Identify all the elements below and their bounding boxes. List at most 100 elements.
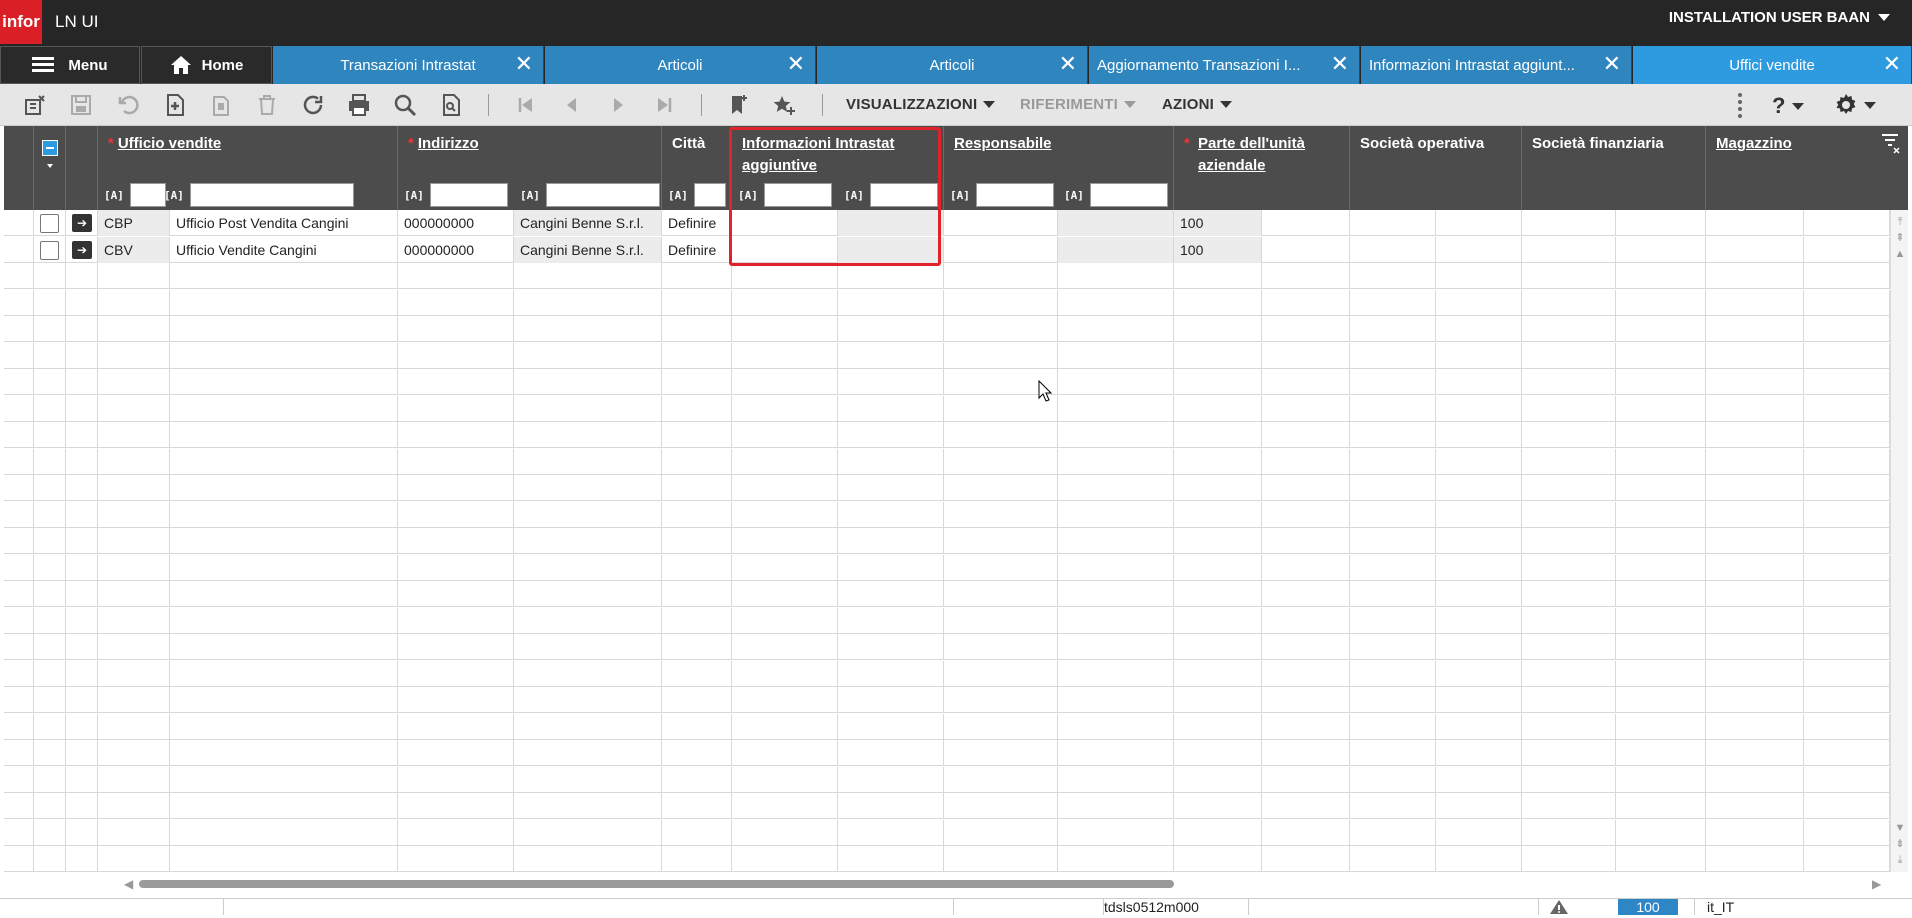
- previous-record-icon[interactable]: [559, 92, 585, 118]
- help-menu[interactable]: ?: [1772, 93, 1804, 119]
- cell-address-name[interactable]: Cangini Benne S.r.l.: [514, 210, 662, 236]
- tab-informazioni-intrastat[interactable]: Informazioni Intrastat aggiunt... ✕: [1361, 46, 1632, 84]
- cell[interactable]: [1436, 210, 1522, 236]
- close-icon[interactable]: ✕: [1331, 53, 1349, 75]
- column-ufficio-vendite[interactable]: * Ufficio vendite [A] [A]: [98, 126, 398, 210]
- cell-manager-1[interactable]: [944, 210, 1058, 236]
- filter-input[interactable]: [975, 183, 1054, 207]
- column-magazzino[interactable]: Magazzino: [1706, 126, 1908, 210]
- cell[interactable]: [34, 210, 66, 236]
- row-checkbox[interactable]: [40, 214, 59, 233]
- cell[interactable]: [1804, 210, 1890, 236]
- first-record-icon[interactable]: [513, 92, 539, 118]
- scroll-right-icon[interactable]: ▶: [1872, 877, 1881, 891]
- filter-input[interactable]: [1089, 183, 1168, 207]
- cell[interactable]: [1436, 236, 1522, 263]
- locale[interactable]: it_IT: [1694, 899, 1814, 915]
- cell-code[interactable]: CBP: [98, 210, 170, 236]
- column-citta[interactable]: Città [A]: [662, 126, 732, 210]
- scroll-top-icon[interactable]: ⤒: [1894, 216, 1906, 228]
- select-all-checkbox[interactable]: [42, 140, 58, 156]
- filter-input[interactable]: [129, 183, 166, 207]
- cell-unit[interactable]: 100: [1174, 236, 1262, 263]
- new-record-icon[interactable]: [162, 92, 188, 118]
- cell-manager-2[interactable]: [1058, 210, 1174, 236]
- save-icon[interactable]: [68, 92, 94, 118]
- cell-address-name[interactable]: Cangini Benne S.r.l.: [514, 236, 662, 263]
- filter-manager-1[interactable]: [A]: [950, 183, 1054, 207]
- filter-input[interactable]: [693, 183, 726, 207]
- cell[interactable]: [1350, 210, 1436, 236]
- cell-manager-2[interactable]: [1058, 236, 1174, 263]
- user-menu[interactable]: INSTALLATION USER BAAN: [1669, 9, 1890, 26]
- scroll-down-icon[interactable]: ▼: [1894, 822, 1906, 834]
- column-responsabile[interactable]: Responsabile [A] [A]: [944, 126, 1174, 210]
- filter-type-badge[interactable]: [A]: [164, 189, 184, 202]
- filter-type-badge[interactable]: [A]: [668, 189, 688, 202]
- refresh-icon[interactable]: [300, 92, 326, 118]
- favorite-add-icon[interactable]: [771, 92, 797, 118]
- tab-uffici-vendite[interactable]: Uffici vendite ✕: [1633, 46, 1912, 84]
- cell[interactable]: [34, 236, 66, 263]
- cell[interactable]: ➔: [66, 236, 98, 263]
- filter-address-name[interactable]: [A]: [520, 183, 660, 207]
- filter-type-badge[interactable]: [A]: [104, 189, 124, 202]
- filter-description[interactable]: [A]: [164, 183, 354, 207]
- scroll-up-icon[interactable]: ▲: [1894, 248, 1906, 260]
- filter-settings-icon[interactable]: [1880, 132, 1900, 156]
- cell[interactable]: [1706, 210, 1804, 236]
- filter-input[interactable]: [545, 183, 660, 207]
- filter-code[interactable]: [A]: [104, 183, 166, 207]
- open-record-icon[interactable]: ➔: [72, 240, 92, 259]
- references-menu[interactable]: RIFERIMENTI: [1020, 96, 1137, 113]
- cell[interactable]: [1522, 210, 1616, 236]
- open-record-icon[interactable]: ➔: [72, 214, 92, 232]
- tab-articoli-2[interactable]: Articoli ✕: [817, 46, 1088, 84]
- next-record-icon[interactable]: [605, 92, 631, 118]
- vertical-scrollbar[interactable]: ⤒ ⇞ ▲ ▼ ⇟ ⤓: [1890, 210, 1908, 872]
- scroll-left-icon[interactable]: ◀: [124, 877, 133, 891]
- chevron-down-icon[interactable]: [47, 164, 53, 168]
- filter-input[interactable]: [429, 183, 508, 207]
- cell-manager-1[interactable]: [944, 236, 1058, 263]
- cell[interactable]: [1804, 236, 1890, 263]
- tab-transazioni-intrastat[interactable]: Transazioni Intrastat ✕: [273, 46, 544, 84]
- close-icon[interactable]: ✕: [515, 53, 533, 75]
- cell-city[interactable]: Definire: [662, 236, 732, 263]
- cell[interactable]: [1706, 236, 1804, 263]
- scroll-page-down-icon[interactable]: ⇟: [1894, 838, 1906, 850]
- close-icon[interactable]: ✕: [787, 53, 805, 75]
- cell[interactable]: [1616, 210, 1706, 236]
- cell-unit[interactable]: 100: [1174, 210, 1262, 236]
- delete-icon[interactable]: [254, 92, 280, 118]
- discard-icon[interactable]: [22, 92, 48, 118]
- settings-menu[interactable]: [1834, 93, 1876, 117]
- close-icon[interactable]: ✕: [1603, 53, 1621, 75]
- cell[interactable]: [4, 236, 34, 263]
- cell[interactable]: [1262, 236, 1350, 263]
- scroll-page-up-icon[interactable]: ⇞: [1894, 232, 1906, 244]
- table-row[interactable]: ➔ CBP Ufficio Post Vendita Cangini 00000000…: [4, 210, 1890, 236]
- close-icon[interactable]: ✕: [1883, 53, 1901, 75]
- menu-button[interactable]: Menu: [0, 46, 140, 84]
- filter-address[interactable]: [A]: [404, 183, 508, 207]
- cell[interactable]: [1262, 210, 1350, 236]
- filter-manager-2[interactable]: [A]: [1064, 183, 1168, 207]
- filter-type-badge[interactable]: [A]: [950, 189, 970, 202]
- copy-icon[interactable]: [208, 92, 234, 118]
- tab-articoli-1[interactable]: Articoli ✕: [545, 46, 816, 84]
- row-checkbox[interactable]: [40, 240, 59, 260]
- find-record-icon[interactable]: [438, 92, 464, 118]
- cell[interactable]: [1616, 236, 1706, 263]
- cell-name[interactable]: Ufficio Vendite Cangini: [170, 236, 398, 263]
- cell[interactable]: ➔: [66, 210, 98, 236]
- print-icon[interactable]: [346, 92, 372, 118]
- column-societa-operativa[interactable]: Società operativa: [1350, 126, 1522, 210]
- tab-aggiornamento-transazioni[interactable]: Aggiornamento Transazioni I... ✕: [1089, 46, 1360, 84]
- close-icon[interactable]: ✕: [1059, 53, 1077, 75]
- column-indirizzo[interactable]: * Indirizzo [A] [A]: [398, 126, 662, 210]
- horizontal-scroll-thumb[interactable]: [139, 880, 1174, 888]
- more-vertical-icon[interactable]: [1735, 90, 1745, 122]
- cell-code[interactable]: CBV: [98, 236, 170, 263]
- column-parte-unita-aziendale[interactable]: * Parte dell'unità aziendale: [1174, 126, 1350, 210]
